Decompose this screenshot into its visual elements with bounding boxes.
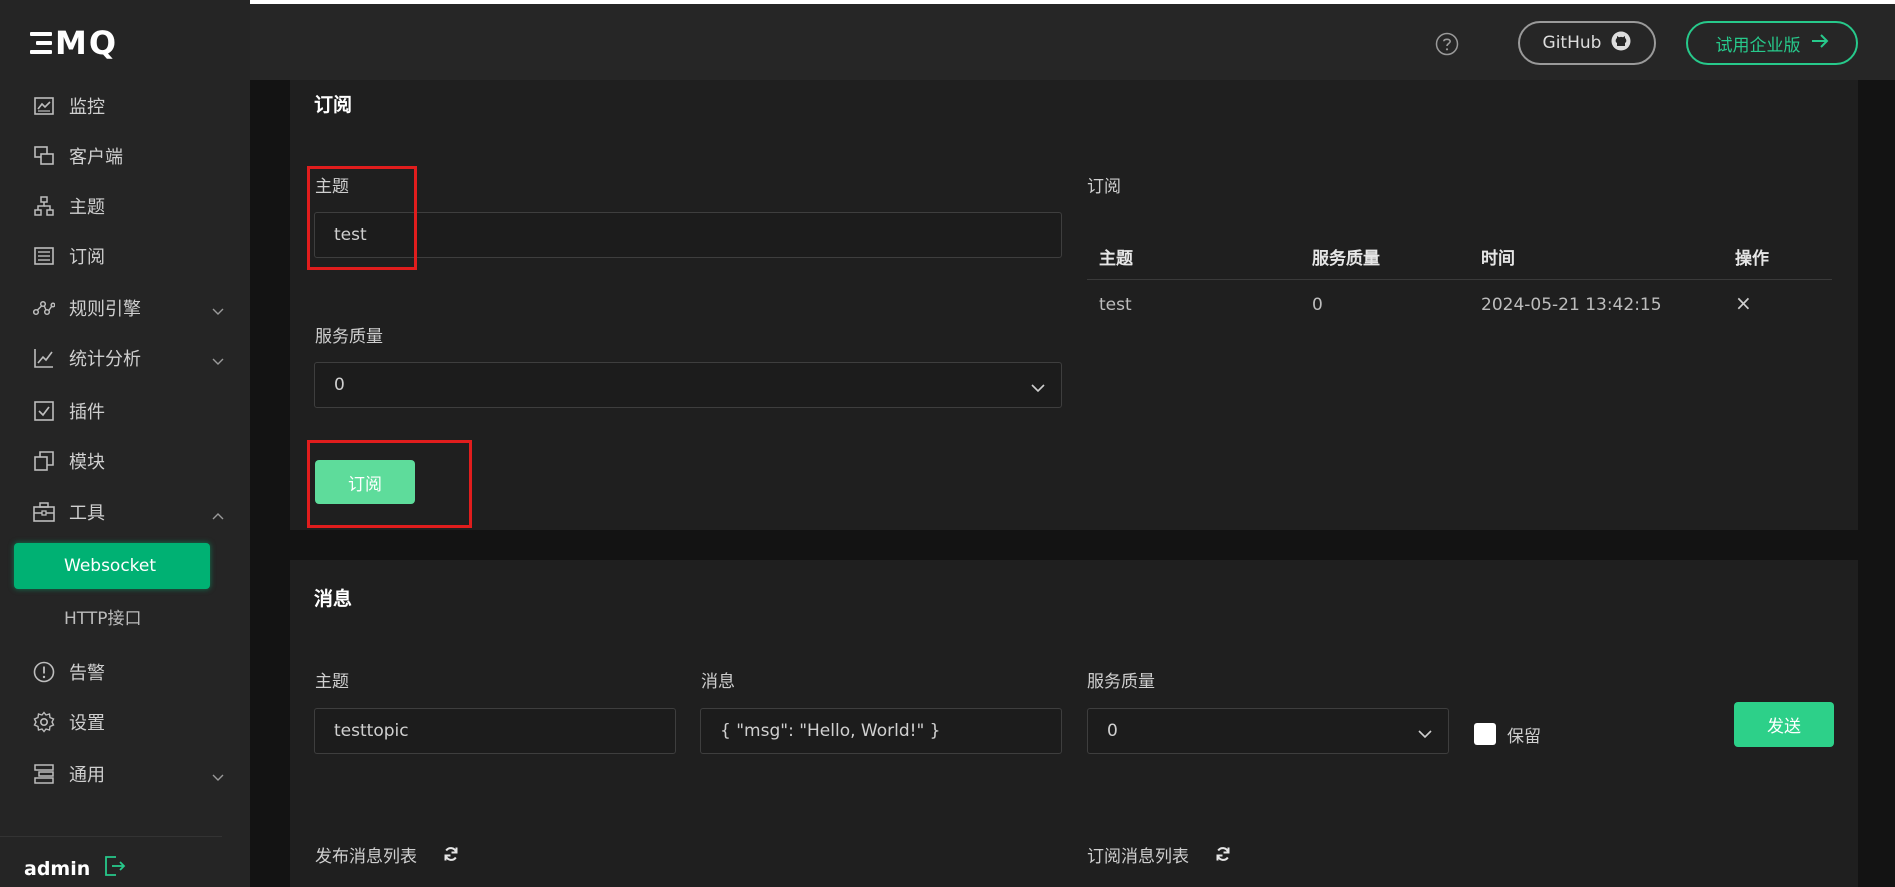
refresh-published-icon[interactable]	[443, 846, 459, 866]
subscribe-title: 订阅	[314, 94, 353, 116]
subscribe-qos-label: 服务质量	[315, 327, 383, 347]
sidebar-item-clients[interactable]: 客户端	[0, 134, 250, 178]
sidebar-item-websocket[interactable]: Websocket	[14, 543, 210, 589]
sidebar-item-tools[interactable]: 工具	[0, 490, 250, 534]
github-button[interactable]: GitHub	[1518, 21, 1656, 65]
sidebar-item-settings[interactable]: 设置	[0, 700, 250, 744]
modules-icon	[33, 450, 55, 472]
row-topic: test	[1099, 295, 1132, 315]
column-topic: 主题	[1099, 249, 1133, 269]
sidebar-item-analytics[interactable]: 统计分析	[0, 336, 250, 380]
subscribe-card: 订阅 主题 test 服务质量 0 订阅 订阅 主题 服务质量 时间 操作 te…	[290, 80, 1858, 530]
chevron-down-icon	[1418, 724, 1432, 744]
chevron-down-icon	[212, 766, 224, 787]
dashboard-icon	[33, 95, 55, 117]
subscription-table-header: 主题 服务质量 时间 操作	[1087, 232, 1832, 280]
github-icon	[1611, 31, 1631, 56]
subscribe-qos-select[interactable]: 0	[314, 362, 1062, 408]
column-action: 操作	[1735, 249, 1769, 269]
subscribe-button[interactable]: 订阅	[315, 460, 415, 504]
row-time: 2024-05-21 13:42:15	[1481, 295, 1662, 315]
clients-icon	[33, 145, 55, 167]
try-enterprise-button[interactable]: 试用企业版	[1686, 21, 1858, 65]
analytics-icon	[33, 347, 55, 369]
general-icon	[33, 763, 55, 785]
chevron-down-icon	[212, 300, 224, 321]
retain-label: 保留	[1507, 727, 1541, 747]
received-list-title: 订阅消息列表	[1087, 847, 1189, 867]
sidebar-item-plugins[interactable]: 插件	[0, 389, 250, 433]
help-icon[interactable]	[1435, 32, 1459, 60]
sidebar-item-subscriptions[interactable]: 订阅	[0, 234, 250, 278]
sidebar-item-modules[interactable]: 模块	[0, 439, 250, 483]
tools-icon	[33, 501, 55, 523]
subscription-list-title: 订阅	[1087, 177, 1121, 197]
logout-icon[interactable]	[104, 855, 126, 882]
message-payload-input[interactable]: { "msg": "Hello, World!" }	[700, 708, 1062, 754]
message-payload-label: 消息	[701, 672, 735, 692]
subscribe-topic-input[interactable]: test	[314, 212, 1062, 258]
sidebar-item-http-api[interactable]: HTTP接口	[14, 593, 210, 639]
message-title: 消息	[314, 588, 353, 610]
chevron-down-icon	[212, 350, 224, 371]
top-bar: GitHub 试用企业版	[250, 0, 1895, 80]
message-topic-input[interactable]: testtopic	[314, 708, 676, 754]
refresh-received-icon[interactable]	[1215, 846, 1231, 866]
sidebar-item-general[interactable]: 通用	[0, 752, 250, 796]
logo-mark-icon	[30, 32, 52, 54]
unsubscribe-close-icon[interactable]: ×	[1735, 291, 1752, 315]
topics-icon	[33, 195, 55, 217]
username: admin	[24, 857, 91, 880]
gear-icon	[33, 711, 55, 733]
message-topic-label: 主题	[315, 672, 349, 692]
alarm-icon	[33, 661, 55, 683]
column-qos: 服务质量	[1312, 249, 1380, 269]
send-button[interactable]: 发送	[1734, 702, 1834, 747]
chevron-down-icon	[1031, 378, 1045, 398]
column-time: 时间	[1481, 249, 1515, 269]
sidebar: MQ 监控 客户端 主题 订阅 规则引擎 统计分析 插件 模块 工具 Webso…	[0, 0, 250, 887]
subscribe-topic-label: 主题	[315, 177, 349, 197]
sidebar-item-rule-engine[interactable]: 规则引擎	[0, 286, 250, 330]
sidebar-item-topics[interactable]: 主题	[0, 184, 250, 228]
sidebar-divider	[0, 836, 222, 837]
rule-engine-icon	[33, 297, 55, 319]
message-qos-label: 服务质量	[1087, 672, 1155, 692]
emq-logo[interactable]: MQ	[30, 24, 118, 62]
arrow-right-icon	[1811, 33, 1829, 53]
sidebar-item-alarms[interactable]: 告警	[0, 650, 250, 694]
plugins-icon	[33, 400, 55, 422]
message-card: 消息 主题 testtopic 消息 { "msg": "Hello, Worl…	[290, 560, 1858, 887]
row-qos: 0	[1312, 295, 1323, 315]
logo-text: MQ	[55, 24, 119, 62]
sidebar-item-monitor[interactable]: 监控	[0, 84, 250, 128]
retain-checkbox[interactable]	[1474, 723, 1496, 745]
subscriptions-icon	[33, 245, 55, 267]
message-qos-select[interactable]: 0	[1087, 708, 1449, 754]
published-list-title: 发布消息列表	[315, 847, 417, 867]
chevron-up-icon	[212, 504, 224, 525]
user-panel: admin	[24, 855, 126, 882]
